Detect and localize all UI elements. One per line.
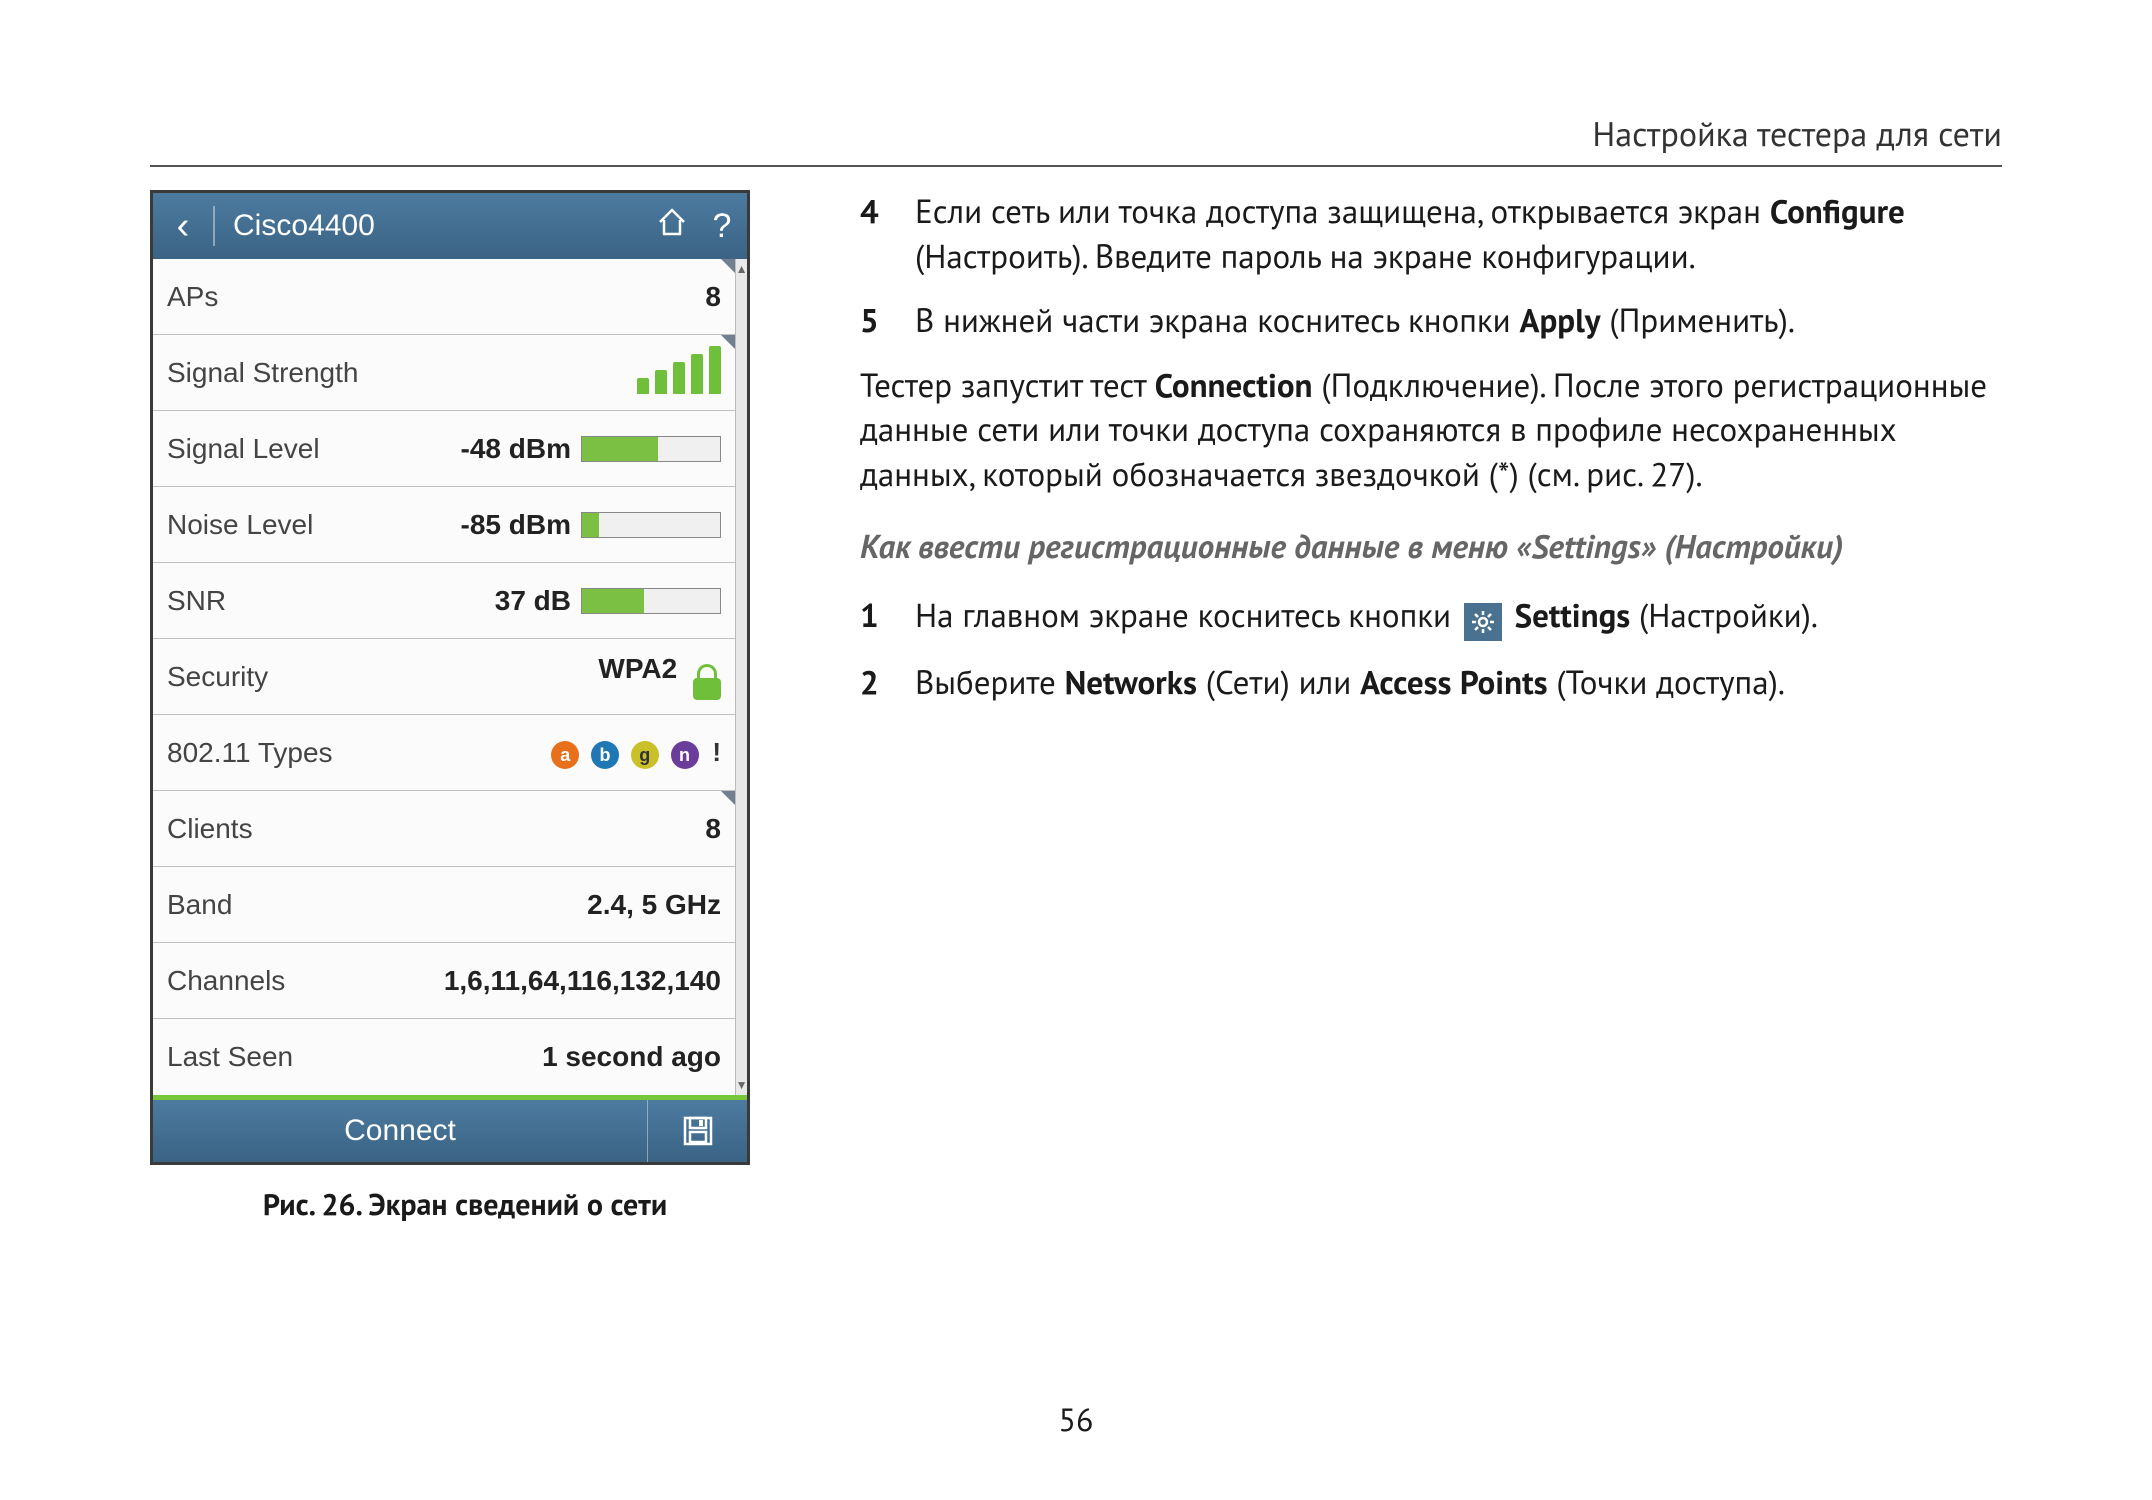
header-rule xyxy=(150,165,2002,167)
security-value: WPA2 xyxy=(598,653,677,684)
scrollbar[interactable]: ▲ ▼ xyxy=(735,259,747,1095)
row-label: Channels xyxy=(167,965,285,997)
text-fragment: На главном экране коснитесь кнопки xyxy=(915,594,1460,637)
type-g-icon: g xyxy=(631,741,659,769)
step-1: 1 На главном экране коснитесь кнопки Set… xyxy=(860,594,2002,641)
type-a-icon: a xyxy=(551,741,579,769)
device-title: Cisco4400 xyxy=(215,209,647,243)
row-value: 8 xyxy=(705,281,721,313)
row-label: Band xyxy=(167,889,232,921)
row-last-seen[interactable]: Last Seen 1 second ago xyxy=(153,1019,735,1095)
row-aps[interactable]: APs 8 xyxy=(153,259,735,335)
bold-term: Networks xyxy=(1065,661,1197,704)
row-label: 802.11 Types xyxy=(167,737,333,769)
text-fragment: Выберите xyxy=(915,661,1065,704)
text-fragment: В нижней части экрана коснитесь кнопки xyxy=(915,299,1520,342)
step-number: 1 xyxy=(860,594,915,641)
row-signal-level[interactable]: Signal Level -48 dBm xyxy=(153,411,735,487)
step-4: 4 Если сеть или точка доступа защищена, … xyxy=(860,190,2002,279)
row-signal-strength[interactable]: Signal Strength xyxy=(153,335,735,411)
row-label: Last Seen xyxy=(167,1041,293,1073)
row-label: Security xyxy=(167,661,268,693)
scroll-up-icon[interactable]: ▲ xyxy=(736,263,748,275)
row-snr[interactable]: SNR 37 dB xyxy=(153,563,735,639)
save-icon xyxy=(681,1114,715,1148)
level-bar xyxy=(581,512,721,538)
row-label: Clients xyxy=(167,813,253,845)
scroll-down-icon[interactable]: ▼ xyxy=(736,1079,748,1091)
bold-term: Access Points xyxy=(1360,661,1547,704)
row-value: 2.4, 5 GHz xyxy=(587,889,721,921)
text-fragment: Если сеть или точка доступа защищена, от… xyxy=(915,190,1770,233)
instruction-text: 4 Если сеть или точка доступа защищена, … xyxy=(860,190,2002,1224)
step-2: 2 Выберите Networks (Сети) или Access Po… xyxy=(860,661,2002,706)
row-value: 37 dB xyxy=(495,585,571,617)
text-fragment: (Настроить). Введите пароль на экране ко… xyxy=(915,235,1696,278)
subheading: Как ввести регистрационные данные в меню… xyxy=(860,525,2002,570)
row-80211-types[interactable]: 802.11 Types a b g n ! xyxy=(153,715,735,791)
text-fragment: (Точки доступа). xyxy=(1548,661,1785,704)
bold-term: Configure xyxy=(1770,190,1905,233)
help-icon[interactable]: ? xyxy=(697,207,747,246)
gear-icon xyxy=(1464,603,1502,641)
row-noise-level[interactable]: Noise Level -85 dBm xyxy=(153,487,735,563)
type-n-icon: n xyxy=(671,741,699,769)
page-number: 56 xyxy=(0,1398,2152,1440)
row-value: a b g n ! xyxy=(547,736,721,770)
row-band[interactable]: Band 2.4, 5 GHz xyxy=(153,867,735,943)
save-button[interactable] xyxy=(647,1100,747,1162)
row-value: -48 dBm xyxy=(461,433,571,465)
paragraph-connection: Тестер запустит тест Connection (Подключ… xyxy=(860,364,2002,498)
row-value: WPA2 xyxy=(598,653,721,700)
level-bar xyxy=(581,436,721,462)
lock-icon xyxy=(693,664,721,700)
back-icon[interactable]: ‹ xyxy=(153,205,213,248)
row-security[interactable]: Security WPA2 xyxy=(153,639,735,715)
step-number: 4 xyxy=(860,190,915,279)
page-header: Настройка тестера для сети xyxy=(1592,112,2002,156)
figure-caption: Рис. 26. Экран сведений о сети xyxy=(150,1185,780,1224)
text-fragment: (Применить). xyxy=(1601,299,1795,342)
row-label: APs xyxy=(167,281,218,313)
step-5: 5 В нижней части экрана коснитесь кнопки… xyxy=(860,299,2002,344)
device-titlebar: ‹ Cisco4400 ? xyxy=(153,193,747,259)
device-screenshot: ‹ Cisco4400 ? APs 8 Sig xyxy=(150,190,750,1165)
row-value: -85 dBm xyxy=(461,509,571,541)
level-bar xyxy=(581,588,721,614)
row-channels[interactable]: Channels 1,6,11,64,116,132,140 xyxy=(153,943,735,1019)
bold-term: Connection xyxy=(1155,364,1313,407)
row-label: Signal Strength xyxy=(167,357,358,389)
row-value: 1,6,11,64,116,132,140 xyxy=(444,965,721,997)
bold-term: Settings xyxy=(1515,594,1631,637)
device-footer: Connect xyxy=(153,1100,747,1162)
text-fragment: Тестер запустит тест xyxy=(860,364,1155,407)
text-fragment: (Настройки). xyxy=(1630,594,1818,637)
row-value: 8 xyxy=(705,813,721,845)
row-clients[interactable]: Clients 8 xyxy=(153,791,735,867)
bold-term: Apply xyxy=(1520,299,1601,342)
type-b-icon: b xyxy=(591,741,619,769)
step-number: 5 xyxy=(860,299,915,344)
row-label: Signal Level xyxy=(167,433,320,465)
row-value: 1 second ago xyxy=(542,1041,721,1073)
row-label: Noise Level xyxy=(167,509,313,541)
warning-icon: ! xyxy=(712,737,721,768)
home-icon[interactable] xyxy=(647,206,697,247)
signal-bars-icon xyxy=(637,352,721,394)
row-label: SNR xyxy=(167,585,226,617)
connect-button[interactable]: Connect xyxy=(153,1114,647,1148)
text-fragment: (Сети) или xyxy=(1197,661,1360,704)
step-number: 2 xyxy=(860,661,915,706)
